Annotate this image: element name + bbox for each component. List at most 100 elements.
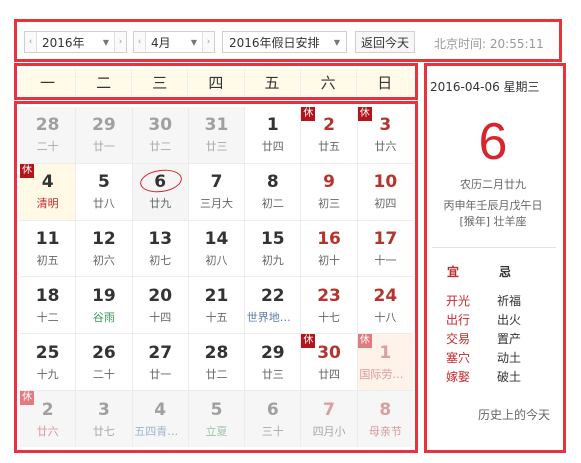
day-number: 1 (379, 342, 392, 363)
day-number: 8 (379, 399, 392, 420)
calendar-day-cell[interactable]: 6 三十 (245, 391, 301, 447)
calendar-day-cell[interactable]: 13 初七 (132, 220, 188, 277)
calendar-day-cell[interactable]: 18 十二 (20, 277, 76, 334)
prev-year-icon[interactable]: ‹ (25, 32, 37, 52)
day-number: 3 (98, 399, 110, 420)
lunar-label: 廿四 (318, 367, 341, 381)
day-number: 29 (92, 115, 116, 136)
calendar-day-cell[interactable]: 19 谷雨 (76, 277, 132, 334)
calendar-day-cell[interactable]: 4 五四青年... (132, 391, 188, 447)
holiday-schedule-select[interactable]: 2016年假日安排 ▼ (222, 31, 347, 53)
calendar-day-cell[interactable]: 8 初二 (245, 163, 301, 220)
weekday-wed: 三 (132, 69, 189, 96)
ji-item: 出火 (497, 313, 522, 327)
calendar-day-cell[interactable]: 28 廿二 (188, 334, 245, 391)
calendar-day-cell[interactable]: 8 母亲节 (357, 391, 413, 447)
calendar-day-cell[interactable]: 休 2 廿五 (301, 107, 357, 163)
day-number: 27 (148, 342, 173, 363)
calendar-day-cell[interactable]: 15 初九 (245, 220, 301, 277)
next-year-icon[interactable]: › (114, 32, 126, 52)
lunar-label: 廿七 (92, 424, 115, 438)
calendar-day-cell[interactable]: 28 二十 (20, 107, 76, 163)
day-number: 5 (98, 172, 110, 193)
calendar-day-cell[interactable]: 7 三月大 (188, 163, 245, 220)
day-number: 4 (154, 399, 167, 420)
holiday-schedule-value: 2016年假日安排 (229, 35, 320, 50)
holiday-rest-badge: 休 (357, 107, 372, 121)
day-number: 25 (35, 342, 60, 363)
calendar-day-cell[interactable]: 休 4 清明 (20, 163, 76, 220)
day-number: 12 (92, 229, 116, 250)
calendar-day-cell[interactable]: 30 廿二 (132, 107, 188, 163)
day-number: 4 (41, 172, 54, 193)
yi-item: 出行 (446, 313, 471, 327)
day-number: 30 (148, 115, 173, 136)
back-to-today-button[interactable]: 返回今天 (355, 31, 415, 53)
calendar-day-cell[interactable]: 7 四月小 (301, 391, 357, 447)
holiday-rest-badge: 休 (20, 391, 34, 406)
ji-label: 忌 (499, 265, 512, 279)
calendar-day-cell[interactable]: 休 1 国际劳动... (357, 334, 413, 391)
calendar-day-cell[interactable]: 5 立夏 (188, 391, 245, 447)
calendar-day-cell[interactable]: 27 廿一 (132, 334, 188, 391)
calendar-day-cell[interactable]: 5 廿八 (76, 163, 132, 220)
calendar-day-cell[interactable]: 20 十四 (132, 277, 188, 334)
day-number: 24 (373, 285, 398, 306)
calendar-day-cell[interactable]: 21 十五 (188, 277, 245, 334)
calendar-day-cell[interactable]: 休 30 廿四 (301, 334, 357, 391)
calendar-day-cell[interactable]: 24 十八 (357, 277, 413, 334)
calendar-day-cell[interactable]: 6 廿九 (132, 163, 188, 220)
calendar-day-cell[interactable]: 31 廿三 (188, 107, 245, 163)
day-number: 17 (373, 229, 398, 250)
year-selector[interactable]: ‹ 2016年 ▼ › (24, 31, 127, 53)
ji-item: 动土 (497, 351, 522, 365)
day-number: 22 (260, 285, 285, 306)
day-number: 5 (210, 399, 223, 420)
lunar-label: 廿二 (149, 140, 172, 154)
calendar-day-cell[interactable]: 14 初八 (188, 220, 245, 277)
calendar-day-cell[interactable]: 12 初六 (76, 220, 132, 277)
calendar-day-cell[interactable]: 1 廿四 (245, 107, 301, 163)
lunar-label: 廿五 (318, 140, 341, 154)
calendar-day-cell[interactable]: 25 十九 (20, 334, 76, 391)
day-number: 15 (260, 229, 285, 250)
calendar-day-cell[interactable]: 休 2 廿六 (20, 391, 76, 447)
weekday-mon: 一 (20, 69, 77, 96)
holiday-rest-badge: 休 (357, 334, 372, 349)
day-number: 28 (35, 115, 60, 136)
calendar-day-cell[interactable]: 3 廿七 (76, 391, 132, 447)
weekday-fri: 五 (245, 69, 301, 96)
calendar-day-cell[interactable]: 休 3 廿六 (357, 107, 413, 163)
month-dropdown[interactable]: 4月 ▼ (146, 32, 202, 52)
calendar-day-cell[interactable]: 17 十一 (357, 220, 413, 277)
lunar-label: 初四 (374, 197, 397, 211)
day-number: 28 (204, 342, 229, 363)
calendar-day-cell[interactable]: 10 初四 (357, 163, 413, 220)
yi-item: 嫁娶 (446, 370, 471, 384)
lunar-label: 二十 (92, 367, 115, 381)
calendar-day-cell[interactable]: 29 廿一 (76, 107, 132, 163)
lunar-label: 三月大 (199, 197, 233, 211)
ji-item: 破土 (497, 370, 522, 384)
year-dropdown[interactable]: 2016年 ▼ (37, 32, 114, 52)
calendar-day-cell[interactable]: 9 初三 (301, 163, 357, 220)
detail-ganzhi: 丙申年壬辰月戊午日 (443, 199, 543, 212)
lunar-label: 十七 (318, 310, 341, 324)
month-selector[interactable]: ‹ 4月 ▼ › (133, 31, 215, 53)
calendar-day-cell[interactable]: 22 世界地球... (245, 277, 301, 334)
weekday-sun: 日 (377, 74, 393, 92)
next-month-icon[interactable]: › (202, 32, 214, 52)
year-value: 2016年 (42, 35, 85, 50)
calendar-day-cell[interactable]: 26 二十 (76, 334, 132, 391)
prev-month-icon[interactable]: ‹ (134, 32, 146, 52)
calendar-day-cell[interactable]: 11 初五 (20, 220, 76, 277)
history-today-link[interactable]: 历史上的今天 (478, 406, 550, 423)
calendar-day-cell[interactable]: 29 廿三 (245, 334, 301, 391)
lunar-label: 初八 (205, 254, 228, 268)
day-number: 1 (266, 115, 279, 136)
calendar-day-cell[interactable]: 23 十七 (301, 277, 357, 334)
detail-date-line: 2016-04-06 星期三 (430, 80, 540, 94)
lunar-label: 廿六 (374, 140, 397, 154)
calendar-day-cell[interactable]: 16 初十 (301, 220, 357, 277)
weekday-sat: 六 (301, 69, 357, 96)
